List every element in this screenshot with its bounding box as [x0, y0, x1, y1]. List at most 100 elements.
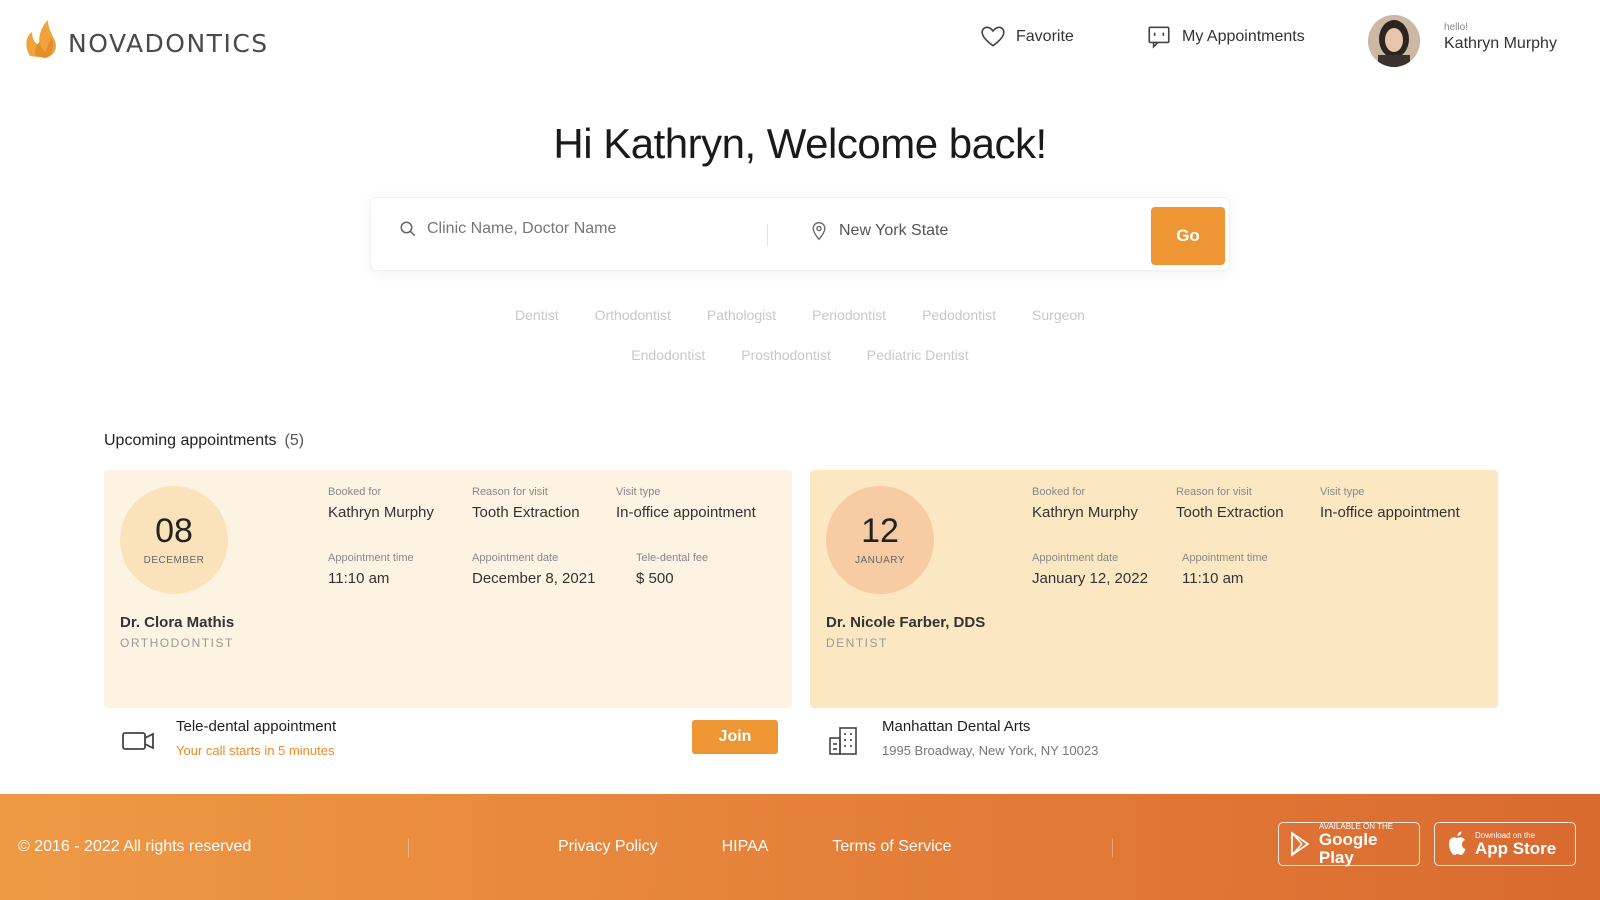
- field-value: December 8, 2021: [472, 570, 596, 587]
- footer-divider: [408, 838, 409, 858]
- search-location-field[interactable]: [809, 220, 1139, 242]
- date-day: 08: [155, 512, 193, 550]
- user-greeting-block[interactable]: hello! Kathryn Murphy: [1444, 22, 1557, 53]
- call-start-notice: Your call starts in 5 minutes: [176, 743, 335, 758]
- google-play-button[interactable]: AVAILABLE ON THE Google Play: [1278, 822, 1420, 866]
- google-play-icon: [1291, 831, 1310, 857]
- field-value: Tooth Extraction: [1176, 504, 1284, 521]
- specialty-tag[interactable]: Endodontist: [631, 347, 705, 363]
- privacy-policy-link[interactable]: Privacy Policy: [558, 838, 658, 856]
- field-label: Tele-dental fee: [636, 552, 709, 564]
- copyright-text: © 2016 - 2022 All rights reserved: [18, 838, 252, 855]
- tele-dental-fee-field: Tele-dental fee $ 500: [636, 552, 708, 587]
- hipaa-link[interactable]: HIPAA: [722, 838, 769, 856]
- field-value: In-office appointment: [616, 504, 756, 521]
- clinic-address: 1995 Broadway, New York, NY 10023: [882, 743, 1099, 758]
- specialty-tag[interactable]: Surgeon: [1032, 307, 1085, 323]
- top-header: NOVADONTICS Favorite My Appointments hel…: [0, 0, 1600, 88]
- building-icon: [829, 727, 857, 755]
- date-day: 12: [861, 512, 899, 550]
- field-label: Reason for visit: [1176, 486, 1252, 498]
- video-camera-icon: [122, 732, 154, 750]
- booked-for-field: Booked for Kathryn Murphy: [1032, 486, 1138, 521]
- specialty-tags-row-1: Dentist Orthodontist Pathologist Periodo…: [0, 307, 1600, 323]
- footer-divider: [1112, 838, 1113, 858]
- app-store-label: App Store: [1475, 838, 1557, 858]
- field-value: $ 500: [636, 570, 674, 587]
- upcoming-count: (5): [284, 432, 305, 449]
- field-label: Appointment date: [472, 552, 559, 564]
- field-label: Visit type: [616, 486, 661, 498]
- appointment-date-badge: 12 JANUARY: [826, 486, 934, 594]
- nav-favorite-label: Favorite: [1016, 28, 1074, 45]
- field-value: In-office appointment: [1320, 504, 1460, 521]
- field-label: Appointment time: [1182, 552, 1268, 564]
- appointment-card-footer: Manhattan Dental Arts 1995 Broadway, New…: [810, 712, 1498, 772]
- booked-for-field: Booked for Kathryn Murphy: [328, 486, 434, 521]
- specialty-tag[interactable]: Periodontist: [812, 307, 886, 323]
- field-label: Booked for: [1032, 486, 1086, 498]
- app-store-button[interactable]: Download on the App Store: [1434, 822, 1576, 866]
- welcome-heading: Hi Kathryn, Welcome back!: [553, 120, 1047, 167]
- specialty-tag[interactable]: Pediatric Dentist: [867, 347, 969, 363]
- appointment-date-badge: 08 DECEMBER: [120, 486, 228, 594]
- user-avatar[interactable]: [1368, 15, 1420, 67]
- nav-my-appointments[interactable]: My Appointments: [1146, 24, 1305, 50]
- specialty-tag[interactable]: Orthodontist: [595, 307, 671, 323]
- field-label: Appointment date: [1032, 552, 1119, 564]
- specialty-tag[interactable]: Pathologist: [707, 307, 776, 323]
- specialty-tag[interactable]: Dentist: [515, 307, 559, 323]
- apple-icon: [1449, 831, 1466, 855]
- upcoming-title-text: Upcoming appointments: [104, 432, 277, 449]
- appointment-card-footer: Tele-dental appointment Your call starts…: [104, 712, 792, 772]
- google-play-label: Google Play: [1318, 829, 1378, 867]
- doctor-name: Dr. Nicole Farber, DDS: [826, 614, 986, 631]
- field-value: January 12, 2022: [1032, 570, 1148, 587]
- field-value: Kathryn Murphy: [1032, 504, 1138, 521]
- search-divider: [767, 224, 768, 246]
- field-label: Reason for visit: [472, 486, 548, 498]
- heart-icon: [981, 26, 1005, 47]
- clinic-name[interactable]: Manhattan Dental Arts: [882, 718, 1030, 735]
- user-greeting: hello!: [1444, 22, 1468, 33]
- brand-logo[interactable]: NOVADONTICS: [22, 16, 269, 60]
- appointment-date-field: Appointment date January 12, 2022: [1032, 552, 1148, 587]
- appointment-time-field: Appointment time 11:10 am: [1182, 552, 1268, 587]
- logo-flame-icon: [26, 20, 56, 58]
- nav-my-appointments-label: My Appointments: [1182, 28, 1305, 45]
- date-month: JANUARY: [855, 555, 905, 566]
- appointment-date-field: Appointment date December 8, 2021: [472, 552, 595, 587]
- search-bar: Go: [370, 197, 1230, 271]
- location-pin-icon: [812, 221, 826, 241]
- field-value: 11:10 am: [328, 570, 390, 587]
- doctor-specialty: DENTIST: [826, 636, 888, 650]
- search-input[interactable]: [427, 220, 727, 238]
- brand-name: NOVADONTICS: [68, 28, 269, 58]
- specialty-tag[interactable]: Pedodontist: [922, 307, 996, 323]
- specialty-tags-row-2: Endodontist Prosthodontist Pediatric Den…: [0, 347, 1600, 363]
- chat-calendar-icon: [1148, 26, 1170, 49]
- footer-links: Privacy Policy HIPAA Terms of Service: [558, 838, 952, 856]
- appointment-card[interactable]: 12 JANUARY Dr. Nicole Farber, DDS DENTIS…: [810, 470, 1498, 708]
- specialty-tag[interactable]: Prosthodontist: [741, 347, 831, 363]
- visit-type-field: Visit type In-office appointment: [616, 486, 756, 521]
- appointment-time-field: Appointment time 11:10 am: [328, 552, 414, 587]
- doctor-name: Dr. Clora Mathis: [120, 614, 235, 631]
- field-value: Kathryn Murphy: [328, 504, 434, 521]
- reason-field: Reason for visit Tooth Extraction: [472, 486, 580, 521]
- field-value: Tooth Extraction: [472, 504, 580, 521]
- terms-of-service-link[interactable]: Terms of Service: [832, 838, 951, 856]
- page-footer: © 2016 - 2022 All rights reserved Privac…: [0, 794, 1600, 900]
- appointment-card[interactable]: 08 DECEMBER Dr. Clora Mathis ORTHODONTIS…: [104, 470, 792, 708]
- go-button[interactable]: Go: [1151, 207, 1225, 265]
- join-button[interactable]: Join: [692, 720, 778, 754]
- search-name-field[interactable]: [399, 220, 727, 238]
- field-value: 11:10 am: [1182, 570, 1244, 587]
- location-input[interactable]: [839, 222, 1139, 240]
- nav-favorite[interactable]: Favorite: [980, 24, 1074, 50]
- user-photo-icon: [1368, 15, 1420, 67]
- reason-field: Reason for visit Tooth Extraction: [1176, 486, 1284, 521]
- doctor-specialty: ORTHODONTIST: [120, 636, 234, 650]
- search-icon: [400, 221, 416, 237]
- field-label: Booked for: [328, 486, 382, 498]
